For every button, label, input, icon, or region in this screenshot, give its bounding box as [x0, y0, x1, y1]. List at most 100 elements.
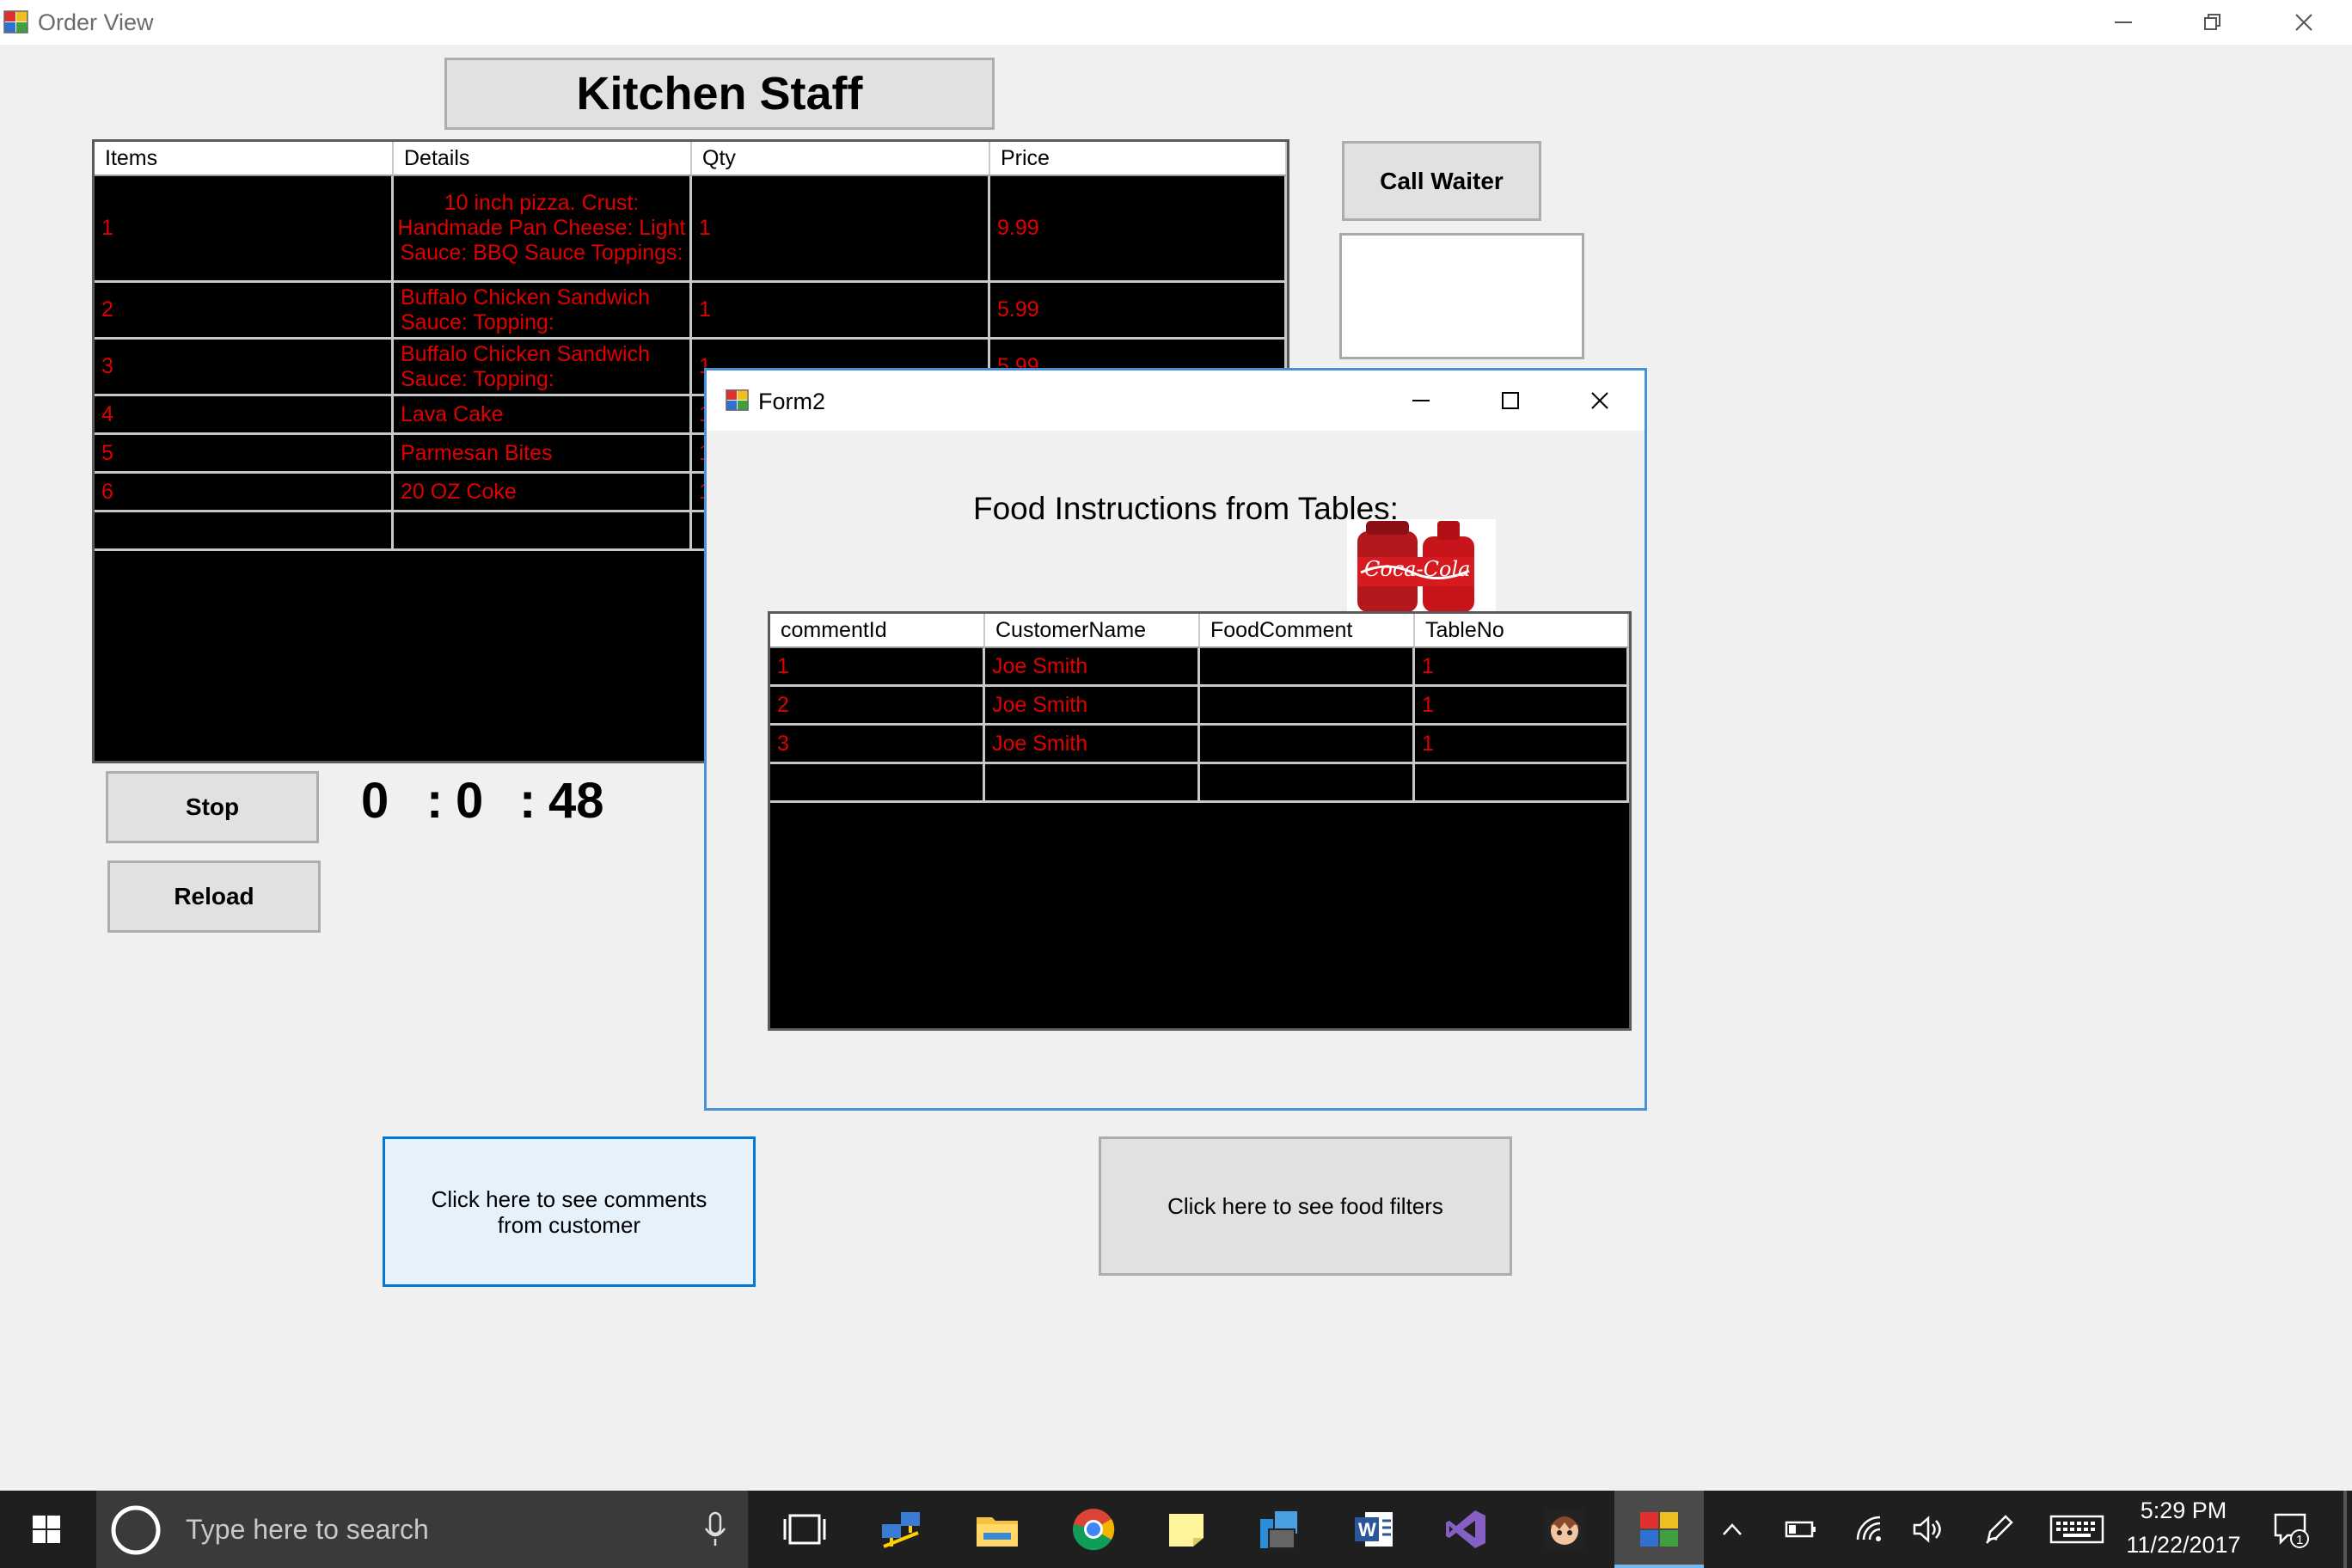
- timer-minutes: 0: [456, 773, 484, 829]
- comments-table[interactable]: commentId CustomerName FoodComment Table…: [768, 611, 1632, 1031]
- main-title-bar[interactable]: Order View: [0, 0, 2352, 45]
- cell-item[interactable]: 2: [95, 283, 394, 340]
- task-view-button[interactable]: [762, 1491, 848, 1568]
- column-header-foodcomment[interactable]: FoodComment: [1200, 614, 1415, 648]
- column-header-qty[interactable]: Qty: [692, 142, 990, 176]
- cell-details-text: 10 inch pizza. Crust: Handmade Pan Chees…: [397, 191, 686, 265]
- pen-workspace-button[interactable]: [1969, 1491, 2029, 1568]
- clock-date[interactable]: 11/22/2017: [2110, 1532, 2257, 1559]
- action-center-button[interactable]: 1: [2249, 1491, 2335, 1568]
- see-food-filters-button[interactable]: Click here to see food filters: [1099, 1136, 1512, 1276]
- cell-table-no[interactable]: 1: [1415, 648, 1629, 687]
- cell-details[interactable]: 20 OZ Coke: [394, 474, 692, 512]
- start-button[interactable]: [3, 1491, 89, 1568]
- form2-title: Form2: [758, 389, 826, 414]
- clock-time[interactable]: 5:29 PM: [2123, 1498, 2244, 1524]
- close-button[interactable]: [2259, 0, 2349, 45]
- cell-comment-id[interactable]: 1: [770, 648, 985, 687]
- cell-empty[interactable]: [394, 512, 692, 551]
- wifi-button[interactable]: [1840, 1491, 1900, 1568]
- cell-price[interactable]: 5.99: [990, 283, 1287, 340]
- cell-customer-name[interactable]: Joe Smith: [985, 726, 1200, 764]
- touch-keyboard-button[interactable]: [2041, 1491, 2113, 1568]
- visual-studio-taskbar[interactable]: [1424, 1491, 1510, 1568]
- cell-comment-id[interactable]: 2: [770, 687, 985, 726]
- cell-empty[interactable]: [95, 512, 394, 551]
- cell-food-comment[interactable]: [1200, 687, 1415, 726]
- restore-icon: [2204, 14, 2220, 30]
- cell-qty[interactable]: 1: [692, 283, 990, 340]
- cell-qty[interactable]: 1: [692, 176, 990, 283]
- food-instructions-label: Food Instructions from Tables:: [973, 491, 1399, 526]
- winforms-app-taskbar[interactable]: [1614, 1491, 1704, 1568]
- cell-empty[interactable]: [1200, 764, 1415, 803]
- column-header-tableno[interactable]: TableNo: [1415, 614, 1629, 648]
- column-header-price[interactable]: Price: [990, 142, 1287, 176]
- column-header-details[interactable]: Details: [394, 142, 692, 176]
- form2-maximize-button[interactable]: [1466, 371, 1555, 431]
- start-icon: [33, 1516, 60, 1543]
- form2-close-button[interactable]: [1555, 371, 1645, 431]
- avatar-app-taskbar[interactable]: [1522, 1491, 1608, 1568]
- cell-item[interactable]: 5: [95, 435, 394, 474]
- stop-button[interactable]: Stop: [106, 771, 319, 843]
- cortana-icon: [111, 1505, 161, 1555]
- cell-customer-name[interactable]: Joe Smith: [985, 687, 1200, 726]
- minimize-icon: [2115, 21, 2132, 23]
- waiter-message-box[interactable]: [1339, 233, 1584, 359]
- cell-details-text: Buffalo Chicken Sandwich Sauce: Topping:: [401, 341, 650, 391]
- volume-button[interactable]: [1896, 1491, 1957, 1568]
- show-desktop-button[interactable]: [2343, 1491, 2347, 1568]
- form2-title-bar[interactable]: Form2: [707, 371, 1645, 431]
- sticky-notes-taskbar[interactable]: [1143, 1491, 1229, 1568]
- word-taskbar[interactable]: W: [1331, 1491, 1417, 1568]
- store-taskbar[interactable]: [1236, 1491, 1322, 1568]
- cell-item[interactable]: 4: [95, 396, 394, 435]
- chrome-taskbar[interactable]: [1050, 1491, 1136, 1568]
- network-app-taskbar[interactable]: [858, 1491, 944, 1568]
- minimize-button[interactable]: [2079, 0, 2168, 45]
- cell-empty[interactable]: [770, 764, 985, 803]
- column-header-items[interactable]: Items: [95, 142, 394, 176]
- search-box[interactable]: Type here to search: [96, 1491, 748, 1568]
- svg-text:W: W: [1358, 1519, 1376, 1540]
- restore-button[interactable]: [2168, 0, 2257, 45]
- form2-minimize-button[interactable]: [1376, 371, 1466, 431]
- cell-empty[interactable]: [1415, 764, 1629, 803]
- battery-button[interactable]: [1771, 1491, 1831, 1568]
- cell-customer-name[interactable]: Joe Smith: [985, 648, 1200, 687]
- cell-item[interactable]: 3: [95, 340, 394, 396]
- column-header-customername[interactable]: CustomerName: [985, 614, 1200, 648]
- call-waiter-button[interactable]: Call Waiter: [1342, 141, 1541, 221]
- cell-details[interactable]: 10 inch pizza. Crust: Handmade Pan Chees…: [394, 176, 692, 283]
- cell-price[interactable]: 9.99: [990, 176, 1287, 283]
- coke-bottle-image: Coca-Cola: [1347, 519, 1496, 612]
- app-window-icon: [726, 389, 749, 411]
- cell-food-comment[interactable]: [1200, 648, 1415, 687]
- timer-separator: :: [519, 773, 536, 829]
- search-placeholder: Type here to search: [186, 1514, 429, 1545]
- form2-window[interactable]: Form2 Food Instructions from Tables: Coc…: [704, 368, 1647, 1111]
- column-header-commentid[interactable]: commentId: [770, 614, 985, 648]
- show-hidden-icons-button[interactable]: [1702, 1491, 1762, 1568]
- see-comments-button[interactable]: Click here to see comments from customer: [383, 1136, 756, 1287]
- close-icon: [1591, 392, 1608, 409]
- cell-details[interactable]: Lava Cake: [394, 396, 692, 435]
- cell-food-comment[interactable]: [1200, 726, 1415, 764]
- chrome-icon: [1073, 1509, 1115, 1551]
- cell-table-no[interactable]: 1: [1415, 687, 1629, 726]
- cell-empty[interactable]: [985, 764, 1200, 803]
- cell-item[interactable]: 6: [95, 474, 394, 512]
- file-explorer-taskbar[interactable]: [954, 1491, 1040, 1568]
- reload-button[interactable]: Reload: [107, 861, 321, 933]
- cell-table-no[interactable]: 1: [1415, 726, 1629, 764]
- visual-studio-icon: [1446, 1510, 1485, 1548]
- cell-item[interactable]: 1: [95, 176, 394, 283]
- cell-comment-id[interactable]: 3: [770, 726, 985, 764]
- microphone-icon[interactable]: [702, 1511, 728, 1547]
- cell-details[interactable]: Buffalo Chicken Sandwich Sauce: Topping:: [394, 283, 692, 340]
- cell-details[interactable]: Parmesan Bites: [394, 435, 692, 474]
- sticky-notes-icon: [1169, 1514, 1204, 1547]
- active-app-indicator: [1614, 1565, 1704, 1568]
- cell-details[interactable]: Buffalo Chicken Sandwich Sauce: Topping:: [394, 340, 692, 396]
